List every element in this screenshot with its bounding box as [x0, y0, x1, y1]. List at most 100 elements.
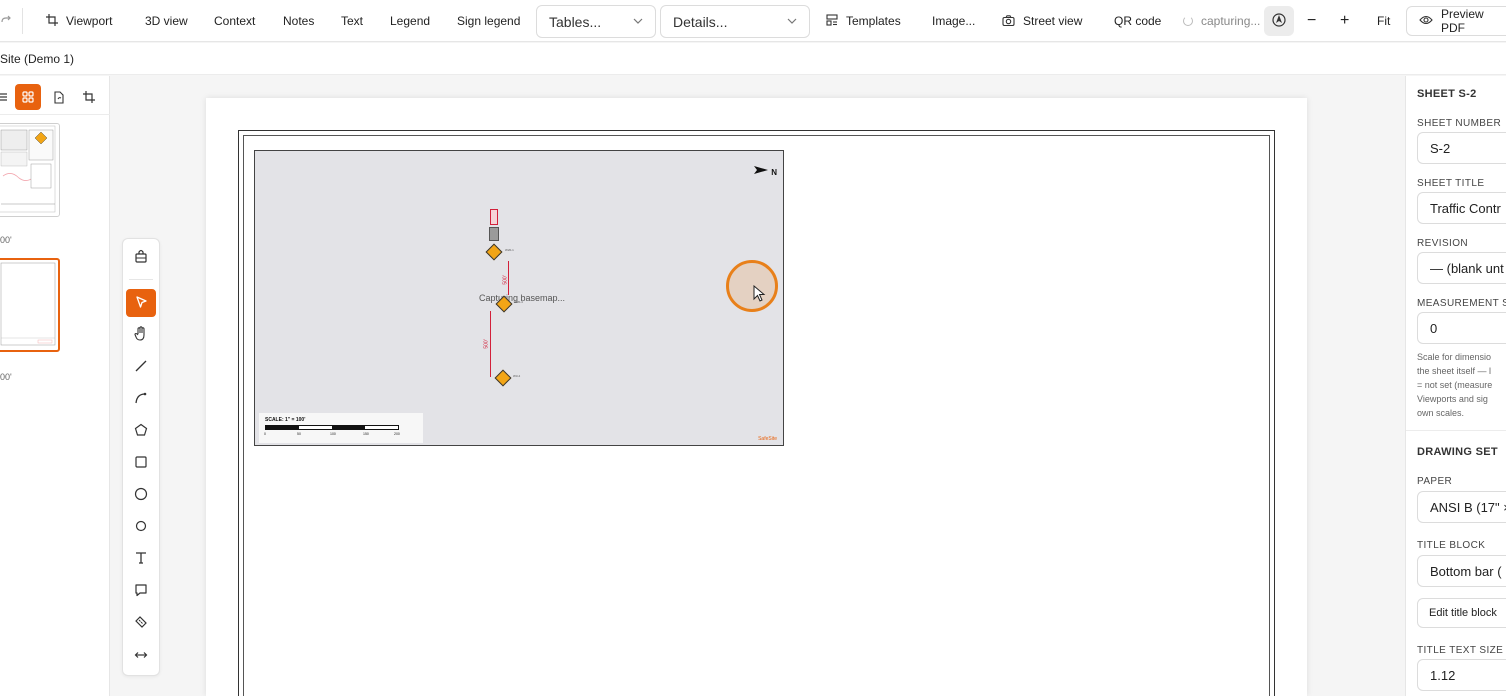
- line-tool[interactable]: [126, 353, 156, 381]
- templates-button[interactable]: Templates: [826, 8, 901, 34]
- double-arrow-icon: [134, 647, 148, 663]
- fit-button[interactable]: Fit: [1377, 8, 1390, 34]
- view3d-label: 3D view: [145, 14, 188, 28]
- sheet-number-input[interactable]: S-2: [1417, 132, 1506, 164]
- stamp-tool[interactable]: [126, 243, 156, 271]
- stamp-icon: [134, 249, 148, 266]
- sign-legend-button[interactable]: Sign legend: [457, 8, 520, 34]
- pages-panel: 00' 00': [0, 76, 110, 696]
- measure-tool[interactable]: [126, 609, 156, 637]
- pan-tool[interactable]: [126, 321, 156, 349]
- polygon-tool[interactable]: [126, 417, 156, 445]
- edit-title-block-button[interactable]: Edit title block: [1417, 598, 1506, 628]
- scale-tick-0: 0: [264, 432, 266, 436]
- tool-palette: [122, 238, 160, 676]
- rotate-page-icon[interactable]: [46, 84, 72, 110]
- dimension-tool[interactable]: [126, 641, 156, 669]
- title-text-size-label: TITLE TEXT SIZE: [1417, 645, 1504, 656]
- context-label: Context: [214, 14, 256, 28]
- street-view-button[interactable]: Street view: [1002, 8, 1082, 34]
- street-view-label: Street view: [1023, 14, 1083, 28]
- palette-divider: [129, 279, 153, 280]
- text-tool[interactable]: [126, 545, 156, 573]
- rectangle-tool[interactable]: [126, 449, 156, 477]
- paper-label: PAPER: [1417, 476, 1453, 487]
- mouse-cursor-icon: [753, 285, 766, 302]
- paper-select[interactable]: ANSI B (17" ×: [1417, 491, 1506, 523]
- callout-tool[interactable]: [126, 577, 156, 605]
- redo-icon[interactable]: [0, 8, 12, 34]
- qr-code-label: QR code: [1114, 14, 1162, 28]
- project-name: Site (Demo 1): [0, 52, 75, 66]
- north-arrow-icon: [753, 166, 768, 174]
- revision-input[interactable]: — (blank unt: [1417, 252, 1506, 284]
- zoom-out-label: −: [1307, 12, 1317, 29]
- title-block-select[interactable]: Bottom bar (: [1417, 555, 1506, 587]
- revision-value: — (blank unt: [1430, 260, 1504, 276]
- chevron-down-icon: [633, 16, 643, 27]
- sheet-title-value: Traffic Contr: [1430, 200, 1501, 216]
- dimension-line: [490, 311, 491, 377]
- measurement-scale-input[interactable]: 0: [1417, 312, 1506, 344]
- grid-view-icon[interactable]: [15, 84, 41, 110]
- image-button[interactable]: Image...: [932, 8, 975, 34]
- text-button[interactable]: Text: [341, 8, 363, 34]
- measurement-scale-value: 0: [1430, 320, 1438, 336]
- sheet-title-input[interactable]: Traffic Contr: [1417, 192, 1506, 224]
- help-line: Viewports and sig: [1417, 394, 1488, 404]
- templates-label: Templates: [846, 14, 901, 28]
- sheet-section-title: SHEET S-2: [1417, 88, 1477, 100]
- scale-tick-1: 50: [297, 432, 301, 436]
- map-viewport[interactable]: N W20-1 500' Capturing basemap... W20-4 …: [254, 150, 784, 446]
- project-bar: Site (Demo 1): [0, 43, 1506, 75]
- page-thumbnail-1[interactable]: [0, 123, 60, 217]
- sheet-canvas[interactable]: N W20-1 500' Capturing basemap... W20-4 …: [206, 98, 1307, 696]
- help-line: own scales.: [1417, 408, 1465, 418]
- crop-icon: [46, 13, 58, 29]
- line-icon: [134, 359, 148, 376]
- thumbnail-1-scale: 00': [0, 235, 12, 245]
- title-block-label: TITLE BLOCK: [1417, 540, 1486, 551]
- circle-tool[interactable]: [126, 481, 156, 509]
- page-thumbnail-2[interactable]: [0, 258, 60, 352]
- point-tool[interactable]: [126, 513, 156, 541]
- capturing-status: capturing...: [1183, 8, 1260, 34]
- list-view-icon[interactable]: [0, 84, 14, 110]
- tables-select[interactable]: Tables...: [536, 5, 656, 38]
- zoom-in-label: +: [1340, 12, 1350, 29]
- spinner-icon: [1183, 16, 1193, 26]
- tables-select-value: Tables...: [549, 13, 602, 30]
- work-vehicle: [489, 227, 499, 241]
- small-circle-icon: [134, 519, 148, 536]
- qr-code-button[interactable]: QR code: [1114, 8, 1161, 34]
- compass-button[interactable]: [1264, 6, 1294, 36]
- zoom-out-button[interactable]: −: [1307, 8, 1316, 34]
- viewport-button[interactable]: Viewport: [46, 8, 112, 34]
- sign-code: W20-4: [514, 300, 523, 304]
- thumbnail-preview: [0, 125, 56, 213]
- sign-legend-label: Sign legend: [457, 14, 521, 28]
- curve-tool[interactable]: [126, 385, 156, 413]
- fit-label: Fit: [1377, 14, 1391, 28]
- title-text-size-value: 1.12: [1430, 667, 1456, 683]
- zoom-in-button[interactable]: +: [1340, 8, 1349, 34]
- view3d-button[interactable]: 3D view: [145, 8, 188, 34]
- notes-button[interactable]: Notes: [283, 8, 314, 34]
- dimension-text: 500': [502, 275, 509, 285]
- select-tool[interactable]: [126, 289, 156, 317]
- north-label: N: [771, 168, 777, 177]
- measurement-scale-label: MEASUREMENT S: [1417, 298, 1506, 309]
- image-label: Image...: [932, 14, 976, 28]
- paper-value: ANSI B (17" ×: [1430, 499, 1506, 515]
- details-select[interactable]: Details...: [660, 5, 810, 38]
- title-text-size-input[interactable]: 1.12: [1417, 659, 1506, 691]
- notes-label: Notes: [283, 14, 315, 28]
- scale-tick-4: 200: [394, 432, 400, 436]
- crop-icon[interactable]: [76, 84, 102, 110]
- template-icon: [826, 13, 838, 29]
- context-button[interactable]: Context: [214, 8, 255, 34]
- legend-button[interactable]: Legend: [390, 8, 430, 34]
- title-block-value: Bottom bar (: [1430, 563, 1502, 579]
- camera-icon: [1002, 14, 1015, 29]
- preview-pdf-button[interactable]: Preview PDF: [1406, 6, 1506, 36]
